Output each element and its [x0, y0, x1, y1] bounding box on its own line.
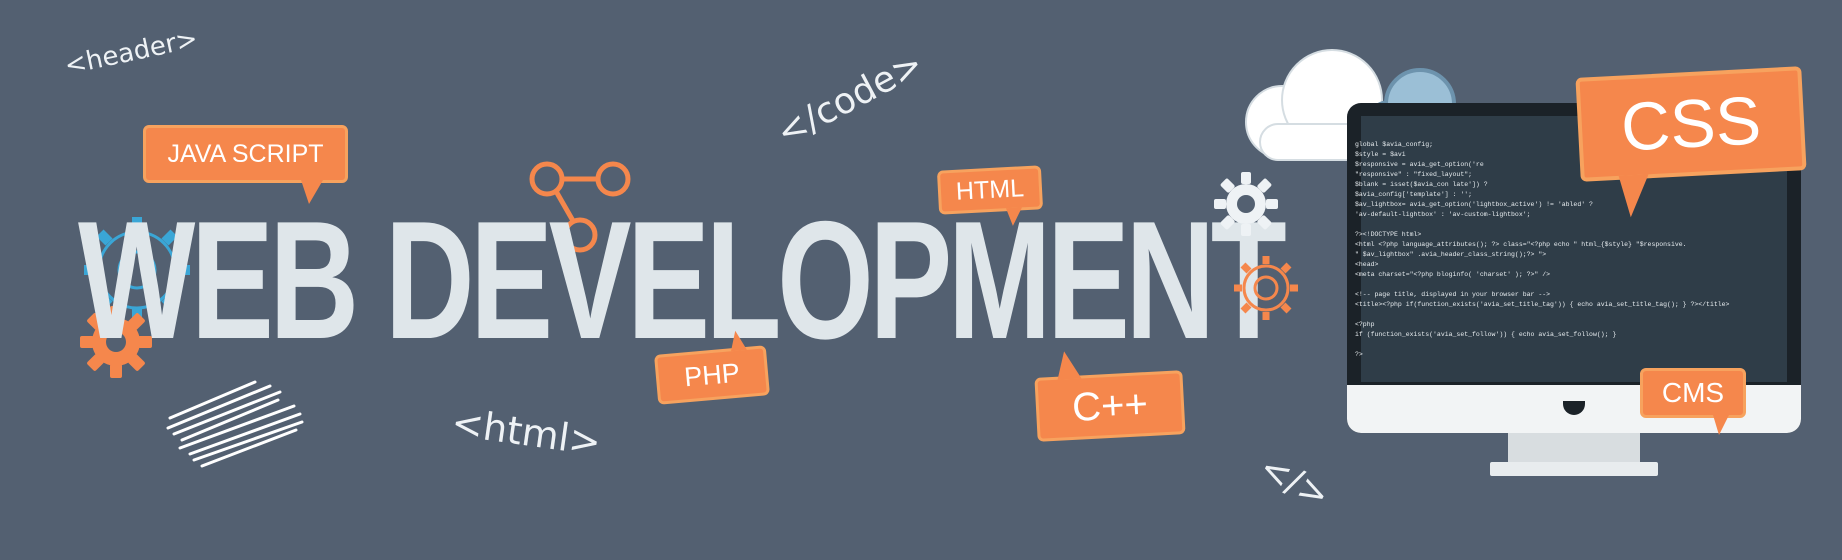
code-line: $av_lightbox= avia_get_option('lightbox_… — [1355, 201, 1593, 208]
cpp-bubble: C++ — [1034, 350, 1186, 442]
monitor-base — [1490, 462, 1658, 476]
php-bubble: PHP — [654, 329, 770, 405]
cms-label: CMS — [1661, 377, 1725, 408]
code-line: $blank = isset($avia_con late']) ? — [1355, 181, 1488, 188]
html-bubble: HTML — [936, 165, 1044, 227]
cms-bubble: CMS — [1640, 368, 1746, 435]
code-line: <meta charset="<?php bloginfo( 'charset'… — [1355, 271, 1551, 278]
code-line: " $av_lightbox" .avia_header_class_strin… — [1355, 251, 1547, 258]
code-line: $avia_config['template'] : ''; — [1355, 191, 1473, 198]
php-label: PHP — [682, 357, 741, 392]
code-line: ?><!DOCTYPE html> — [1355, 231, 1422, 238]
slash-tag: </> — [1252, 447, 1336, 518]
html-tag: <html> — [448, 400, 604, 465]
css-label: CSS — [1619, 82, 1763, 166]
gear-icon — [1214, 172, 1278, 236]
javascript-label: JAVA SCRIPT — [167, 139, 324, 168]
code-lines-icon — [166, 380, 304, 468]
code-line: ?> — [1355, 351, 1363, 358]
monitor-stand — [1508, 432, 1640, 466]
code-line: <head> — [1355, 261, 1379, 268]
javascript-bubble: JAVA SCRIPT — [143, 125, 348, 204]
web-development-banner: <header> </code> <html> </> WEB DEVELOPM… — [0, 0, 1842, 560]
page-title: WEB DEVELOPMENT — [78, 186, 1287, 374]
html-label: HTML — [955, 173, 1025, 206]
css-bubble: CSS — [1575, 66, 1807, 218]
code-line: <html <?php language_attributes(); ?> cl… — [1355, 241, 1687, 248]
code-line: <title><?php if(function_exists('avia_se… — [1355, 301, 1730, 308]
cpp-label: C++ — [1071, 381, 1149, 430]
gear-icon — [1234, 256, 1298, 320]
code-line: <!-- page title, displayed in your brows… — [1355, 291, 1551, 298]
code-line: <?php — [1355, 321, 1375, 328]
code-line: if (function_exists('avia_set_follow')) … — [1355, 331, 1617, 338]
code-tag: </code> — [770, 43, 930, 155]
code-line: 'av-default-lightbox' : 'av-custom-light… — [1355, 211, 1531, 218]
header-tag: <header> — [62, 23, 201, 82]
